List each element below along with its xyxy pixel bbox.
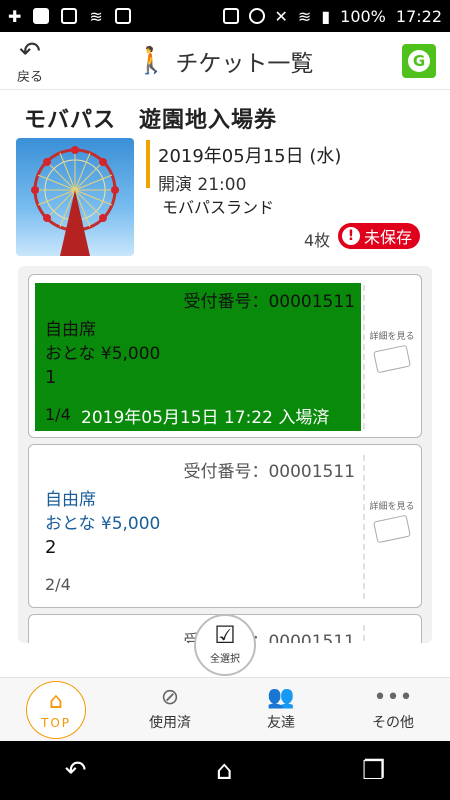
- back-label: 戻る: [16, 70, 43, 85]
- view-details-button[interactable]: 詳細を見る: [367, 329, 417, 374]
- event-date: 2019年05月15日 (水): [158, 146, 342, 167]
- page-title-text: チケット一覧: [175, 51, 314, 77]
- select-all-button[interactable]: ☑ 全選択: [194, 614, 256, 676]
- nav-other-label: その他: [372, 715, 414, 731]
- nav-friends[interactable]: 👥 友達: [236, 684, 326, 732]
- status-bar: ✚ ≋ ✕ ≋ ▮ 100% 17:22: [0, 0, 450, 32]
- event-venue: モバパスランド: [162, 198, 275, 217]
- unsaved-badge-label: 未保存: [364, 228, 413, 247]
- app-logo-icon: G: [408, 50, 430, 72]
- code-icon: [114, 8, 131, 24]
- clipboard-icon: [61, 8, 78, 24]
- ticket-card[interactable]: 受付番号：00001511 自由席 おとな ¥5,000 1 1/4 2019年…: [28, 274, 422, 438]
- select-all-label: 全選択: [210, 654, 240, 665]
- people-icon: 👥: [267, 685, 295, 710]
- ticket-icon: [373, 514, 411, 544]
- nav-friends-label: 友達: [267, 715, 295, 731]
- app-logo-button[interactable]: G: [402, 44, 436, 78]
- header: ↶ 戻る 🚶 チケット一覧 G: [0, 32, 450, 90]
- recents-nav-icon[interactable]: ❐: [362, 756, 385, 786]
- ferris-wheel-image: [16, 138, 134, 256]
- wifi-signal-icon: ≋: [297, 6, 312, 26]
- unsaved-badge: ! 未保存: [338, 223, 421, 249]
- bottom-nav: ⌂ TOP ⊘ 使用済 👥 友達 ••• その他: [0, 677, 450, 741]
- entry-status: 2019年05月15日 17:22 入場済: [81, 408, 330, 428]
- view-details-label: 詳細を見る: [369, 502, 415, 512]
- nav-top-label: TOP: [40, 716, 71, 730]
- ticket-list[interactable]: 受付番号：00001511 自由席 おとな ¥5,000 1 1/4 2019年…: [18, 266, 432, 643]
- ticket-body: 受付番号：00001511 自由席 おとな ¥5,000 2 2/4: [35, 453, 361, 601]
- ticket-icon: [373, 344, 411, 374]
- ticket-index: 1/4: [45, 405, 71, 424]
- back-nav-icon[interactable]: ↶: [65, 756, 87, 786]
- nav-other[interactable]: ••• その他: [348, 684, 438, 732]
- event-title: モバパス 遊園地入場券: [24, 108, 278, 133]
- exclamation-icon: !: [342, 227, 360, 245]
- ticket-price: おとな ¥5,000: [45, 514, 161, 534]
- back-arrow-icon: ↶: [19, 37, 41, 67]
- checkbox-icon: ☑: [214, 621, 236, 649]
- event-start-time: 開演 21:00: [158, 175, 247, 195]
- cell-signal-icon: ▮: [321, 6, 331, 26]
- home-nav-icon[interactable]: ⌂: [216, 756, 233, 786]
- battery-text: 100%: [340, 6, 386, 26]
- system-nav-bar: ↶ ⌂ ❐: [0, 741, 450, 800]
- page-title: 🚶 チケット一覧: [135, 44, 313, 78]
- ticket-count: 4枚: [304, 231, 331, 250]
- nav-used[interactable]: ⊘ 使用済: [125, 684, 215, 732]
- receipt-number: 受付番号：00001511: [183, 462, 355, 482]
- back-button[interactable]: ↶ 戻る: [10, 38, 50, 86]
- view-details-label: 詳細を見る: [369, 332, 415, 342]
- mute-icon: ✕: [274, 6, 288, 26]
- mail-icon: [33, 8, 50, 24]
- home-icon: ⌂: [49, 689, 63, 714]
- plus-icon: ✚: [8, 6, 22, 26]
- nav-top[interactable]: ⌂ TOP: [26, 681, 86, 739]
- ticket-body-used: 受付番号：00001511 自由席 おとな ¥5,000 1 1/4 2019年…: [35, 283, 361, 431]
- event-accent-bar: [146, 140, 150, 188]
- seat-type: 自由席: [45, 320, 96, 340]
- dnd-icon: [248, 8, 265, 24]
- paperclip-icon: ⊘: [160, 685, 180, 710]
- wifi-icon: ≋: [89, 6, 103, 26]
- ticket-number: 1: [45, 367, 57, 388]
- nav-used-label: 使用済: [149, 715, 191, 731]
- perforation-line: [363, 455, 365, 599]
- ticket-price: おとな ¥5,000: [45, 344, 161, 364]
- phone-icon: [222, 8, 239, 24]
- more-dots-icon: •••: [373, 685, 413, 710]
- perforation-line: [363, 625, 365, 643]
- view-details-button[interactable]: 詳細を見る: [367, 499, 417, 544]
- ticket-number: 2: [45, 537, 57, 558]
- clock: 17:22: [395, 6, 442, 26]
- seat-type: 自由席: [45, 490, 96, 510]
- receipt-number: 受付番号：00001511: [183, 292, 355, 312]
- ticket-card[interactable]: 受付番号：00001511 自由席 おとな ¥5,000 2 2/4 詳細を見る: [28, 444, 422, 608]
- walking-person-icon: 🚶: [135, 46, 168, 76]
- perforation-line: [363, 285, 365, 429]
- ticket-index: 2/4: [45, 575, 71, 594]
